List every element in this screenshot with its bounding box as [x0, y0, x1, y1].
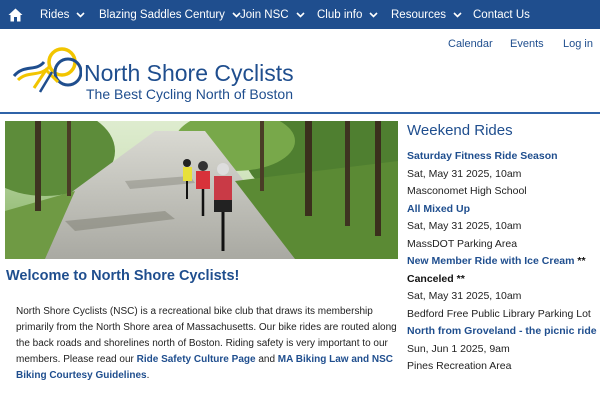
- ride-date: Sun, Jun 1 2025, 9am: [407, 342, 510, 355]
- ride-location: Masconomet High School: [407, 185, 527, 197]
- weekend-rides-heading: Weekend Rides: [407, 122, 513, 139]
- chevron-down-icon: [453, 11, 462, 18]
- ride-title-link[interactable]: North from Groveland - the picnic ride: [407, 323, 597, 341]
- nav-club-info[interactable]: Club info: [317, 9, 378, 21]
- header-divider: [0, 112, 600, 114]
- nav-label: Rides: [40, 8, 70, 21]
- ride-location: MassDOT Parking Area: [407, 237, 518, 250]
- intro-text: .: [146, 370, 150, 381]
- nav-join-nsc[interactable]: Join NSC: [240, 9, 305, 21]
- chevron-down-icon: [296, 11, 305, 18]
- list-item: Saturday Fitness Ride Season Sat, May 31…: [407, 148, 597, 201]
- home-icon[interactable]: [2, 0, 28, 29]
- nav-label: Club info: [317, 8, 363, 21]
- chevron-down-icon: [369, 11, 378, 18]
- ride-safety-culture-link[interactable]: Ride Safety Culture Page: [137, 354, 256, 365]
- ride-title-link[interactable]: New Member Ride with Ice Cream: [407, 255, 574, 267]
- ride-title-link[interactable]: Saturday Fitness Ride Season: [407, 148, 597, 166]
- nav-label: Blazing Saddles Century: [99, 8, 225, 21]
- login-link[interactable]: Log in: [563, 38, 593, 50]
- list-item: New Member Ride with Ice Cream ** Cancel…: [407, 253, 597, 323]
- top-nav-bar: Rides Blazing Saddles Century Join NSC C…: [0, 0, 600, 29]
- ride-date: Sat, May 31 2025, 10am: [407, 167, 522, 180]
- ride-location: Pines Recreation Area: [407, 360, 512, 372]
- nav-resources[interactable]: Resources: [391, 9, 462, 21]
- nav-contact-us[interactable]: Contact Us: [473, 9, 530, 21]
- nav-label: Contact Us: [473, 8, 530, 21]
- nav-rides[interactable]: Rides: [40, 9, 85, 21]
- list-item: North from Groveland - the picnic ride S…: [407, 323, 597, 376]
- ride-location: Bedford Free Public Library Parking Lot: [407, 307, 591, 320]
- intro-paragraph: North Shore Cyclists (NSC) is a recreati…: [16, 304, 398, 384]
- nav-label: Resources: [391, 8, 446, 21]
- site-title[interactable]: North Shore Cyclists: [84, 60, 294, 87]
- ride-date: Sat, May 31 2025, 10am: [407, 220, 522, 232]
- intro-text: and: [255, 354, 278, 365]
- chevron-down-icon: [76, 11, 85, 18]
- nsc-logo[interactable]: [10, 42, 83, 98]
- hero-image-cyclists-on-trail: [5, 121, 398, 259]
- list-item: All Mixed Up Sat, May 31 2025, 10am Mass…: [407, 201, 597, 254]
- welcome-heading: Welcome to North Shore Cyclists!: [6, 268, 240, 284]
- weekend-rides-list: Saturday Fitness Ride Season Sat, May 31…: [407, 148, 597, 376]
- ride-title-link[interactable]: All Mixed Up: [407, 201, 597, 219]
- site-tagline: The Best Cycling North of Boston: [86, 86, 293, 102]
- calendar-link[interactable]: Calendar: [448, 38, 493, 50]
- ride-date: Sat, May 31 2025, 10am: [407, 290, 522, 302]
- events-link[interactable]: Events: [510, 38, 544, 50]
- nav-blazing-saddles-century[interactable]: Blazing Saddles Century: [99, 9, 241, 21]
- nav-label: Join NSC: [240, 8, 289, 21]
